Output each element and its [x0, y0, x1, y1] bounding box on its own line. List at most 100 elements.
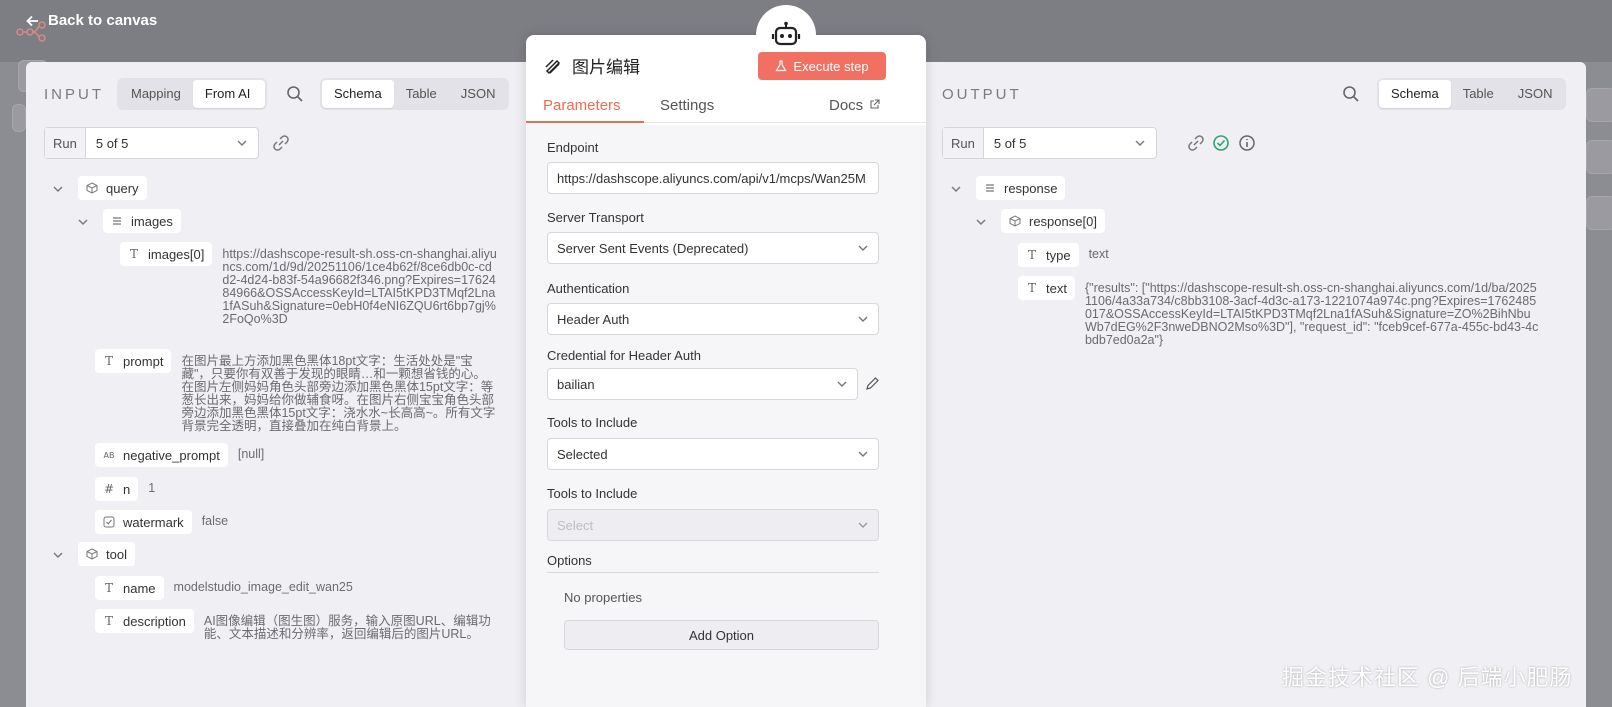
tab-schema[interactable]: Schema — [322, 80, 394, 108]
tab-json[interactable]: JSON — [1506, 80, 1565, 108]
endpoint-value: https://dashscope.aliyuncs.com/api/v1/mc… — [557, 170, 866, 186]
tab-docs[interactable]: Docs — [829, 97, 880, 114]
field-key: tool — [106, 546, 127, 562]
credential-value: bailian — [557, 376, 595, 392]
field-pill[interactable]: T type — [1018, 243, 1079, 267]
field-pill[interactable]: tool — [78, 542, 135, 566]
field-value: AI图像编辑（图生图）服务，输入原图URL、编辑功能、文本描述和分辨率，返回编辑… — [203, 614, 491, 641]
field-pill[interactable]: response[0] — [1001, 209, 1105, 233]
parameters-form: Endpoint https://dashscope.aliyuncs.com/… — [526, 125, 926, 707]
auth-select[interactable]: Header Auth — [547, 303, 879, 335]
field-value: false — [201, 514, 229, 528]
cube-icon — [86, 182, 98, 194]
search-icon[interactable] — [286, 85, 304, 103]
pen-icon — [545, 58, 561, 74]
chevron-down-icon[interactable] — [52, 549, 64, 561]
search-icon[interactable] — [1342, 85, 1360, 103]
text-type-icon: T — [1027, 281, 1036, 295]
tree-node-response: response — [950, 176, 1066, 200]
link-icon[interactable] — [1187, 134, 1205, 152]
field-value: modelstudio_image_edit_wan25 — [173, 580, 353, 594]
field-pill[interactable]: watermark — [95, 510, 192, 534]
chevron-down-icon — [858, 522, 868, 528]
field-value: https://dashscope-result-sh.oss-cn-shang… — [222, 247, 497, 326]
tab-table[interactable]: Table — [394, 80, 449, 108]
tab-settings[interactable]: Settings — [660, 97, 714, 114]
field-pill[interactable]: T name — [95, 576, 164, 600]
field-pill[interactable]: # n — [95, 477, 139, 501]
list-icon — [113, 217, 121, 225]
link-icon[interactable] — [272, 134, 290, 152]
canvas-right-control — [1586, 88, 1612, 122]
docs-label: Docs — [829, 97, 864, 114]
no-properties-text: No properties — [564, 590, 643, 605]
tab-table[interactable]: Table — [1451, 80, 1506, 108]
field-key: query — [106, 180, 139, 196]
tree-node-text: T text {"results": ["https://dashscope-r… — [1018, 276, 1541, 347]
credential-select[interactable]: bailian — [547, 368, 858, 400]
tree-node-tool: tool — [52, 542, 135, 566]
input-title: INPUT — [44, 85, 104, 103]
tree-node-watermark: watermark false — [95, 510, 228, 534]
field-key: type — [1046, 247, 1071, 263]
field-pill[interactable]: T text — [1018, 276, 1075, 300]
chevron-down-icon[interactable] — [77, 216, 89, 228]
transport-select[interactable]: Server Sent Events (Deprecated) — [547, 232, 879, 264]
field-pill[interactable]: response — [976, 176, 1066, 200]
tab-json[interactable]: JSON — [449, 80, 508, 108]
tools-select[interactable]: Selected — [547, 438, 879, 470]
back-label: Back to canvas — [48, 12, 158, 29]
cube-icon — [86, 548, 98, 560]
node-title[interactable]: 图片编辑 — [572, 53, 640, 78]
run-value: 5 of 5 — [993, 135, 1027, 151]
text-type-icon: T — [129, 247, 138, 261]
field-key: n — [123, 481, 131, 497]
text-type-icon: T — [1027, 248, 1036, 262]
field-pill[interactable]: AB negative_prompt — [95, 443, 228, 467]
field-key: description — [123, 613, 186, 629]
arrow-left-icon — [26, 15, 38, 26]
chevron-down-icon — [858, 451, 868, 457]
tree-node-negative-prompt: AB negative_prompt [null] — [95, 443, 264, 467]
flask-icon — [775, 60, 787, 72]
field-pill[interactable]: T prompt — [95, 349, 172, 373]
options-label: Options — [547, 553, 592, 568]
field-pill[interactable]: T images[0] — [120, 242, 213, 266]
add-option-button[interactable]: Add Option — [564, 620, 879, 650]
output-panel: OUTPUT Schema Table JSON Run 5 of 5 resp… — [922, 62, 1586, 707]
chevron-down-icon[interactable] — [975, 216, 987, 228]
tab-schema[interactable]: Schema — [1379, 80, 1451, 108]
node-settings-modal: 图片编辑 Execute step Parameters Settings Do… — [526, 5, 926, 707]
tools-list-select[interactable]: Select — [547, 509, 879, 541]
pencil-icon[interactable] — [865, 376, 880, 391]
field-key: watermark — [123, 514, 184, 530]
chevron-down-icon — [858, 245, 868, 251]
node-tabs: Parameters Settings Docs — [526, 93, 926, 123]
output-view-toggle: Schema Table JSON — [1377, 78, 1567, 110]
chevron-down-icon[interactable] — [52, 183, 64, 195]
string-type-icon: AB — [103, 450, 115, 460]
field-pill[interactable]: T description — [95, 609, 194, 633]
tab-mapping[interactable]: Mapping — [119, 80, 193, 108]
chevron-down-icon[interactable] — [950, 183, 962, 195]
output-run-selector[interactable]: Run 5 of 5 — [942, 127, 1157, 159]
text-type-icon: T — [104, 354, 113, 368]
info-icon[interactable] — [1238, 134, 1256, 152]
field-pill[interactable]: query — [78, 176, 147, 200]
field-key: prompt — [123, 353, 164, 369]
output-title: OUTPUT — [942, 85, 1022, 103]
execute-step-button[interactable]: Execute step — [758, 52, 886, 80]
field-value: {"results": ["https://dashscope-result-s… — [1084, 281, 1539, 347]
text-type-icon: T — [104, 581, 113, 595]
check-circle-icon — [1213, 135, 1229, 151]
canvas-right-control — [1586, 140, 1612, 174]
tree-node-prompt: T prompt 在图片最上方添加黑色黑体18pt文字：生活处处是"宝藏"，只要… — [95, 349, 497, 433]
input-run-selector[interactable]: Run 5 of 5 — [44, 127, 259, 159]
field-key: response — [1004, 180, 1058, 196]
field-pill[interactable]: images — [103, 209, 181, 233]
tab-parameters[interactable]: Parameters — [543, 97, 621, 114]
endpoint-input[interactable]: https://dashscope.aliyuncs.com/api/v1/mc… — [547, 162, 879, 194]
tab-from-ai[interactable]: From AI — [192, 80, 265, 108]
external-link-icon — [870, 99, 880, 109]
back-to-canvas-link[interactable]: Back to canvas — [26, 12, 157, 29]
